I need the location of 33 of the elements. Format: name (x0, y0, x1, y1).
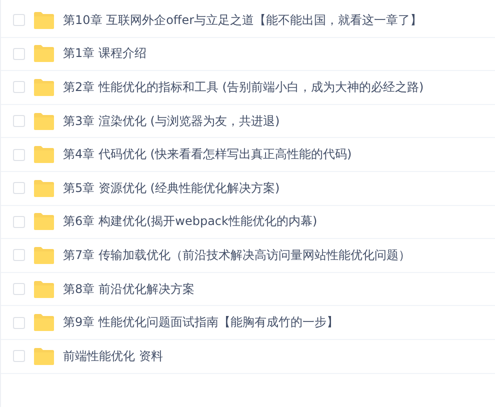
folder-name[interactable]: 第1章 课程介绍 (63, 45, 146, 62)
folder-name[interactable]: 第8章 前沿优化解决方案 (63, 280, 194, 298)
checkbox[interactable] (13, 115, 25, 128)
folder-name[interactable]: 第2章 性能优化的指标和工具 (告别前端小白，成为大神的必经之路) (63, 78, 424, 96)
folder-icon (34, 180, 54, 197)
folder-name[interactable]: 第6章 构建优化(揭开webpack性能优化的内幕) (63, 213, 318, 230)
checkbox[interactable] (13, 182, 25, 194)
folder-icon (34, 213, 54, 230)
checkbox[interactable] (13, 81, 25, 94)
checkbox[interactable] (13, 249, 25, 262)
folder-icon (34, 348, 54, 365)
folder-icon (34, 280, 54, 298)
folder-icon (34, 45, 54, 62)
checkbox[interactable] (13, 148, 25, 161)
folder-name[interactable]: 第5章 资源优化 (经典性能优化解决方案) (63, 180, 280, 197)
folder-icon (34, 146, 54, 164)
folder-icon (34, 12, 54, 29)
checkbox[interactable] (13, 316, 25, 329)
folder-name[interactable]: 第10章 互联网外企offer与立足之道【能不能出国，就看这一章了】 (63, 12, 422, 29)
folder-name[interactable]: 前端性能优化 资料 (63, 348, 163, 365)
checkbox[interactable] (13, 216, 25, 228)
folder-name[interactable]: 第7章 传输加载优化（前沿技术解决高访问量网站性能优化问题） (63, 246, 410, 264)
folder-icon (34, 78, 54, 96)
checkbox[interactable] (13, 283, 25, 296)
folder-icon (34, 314, 54, 332)
folder-name[interactable]: 第3章 渲染优化 (与浏览器为友，共进退) (63, 112, 280, 130)
checkbox[interactable] (13, 350, 25, 362)
folder-icon (34, 112, 54, 130)
checkbox[interactable] (13, 48, 25, 60)
folder-icon (34, 246, 54, 264)
folder-name[interactable]: 第4章 代码优化 (快来看看怎样写出真正高性能的代码) (63, 146, 352, 164)
folder-name[interactable]: 第9章 性能优化问题面试指南【能胸有成竹的一步】 (63, 314, 338, 332)
checkbox[interactable] (13, 14, 25, 26)
